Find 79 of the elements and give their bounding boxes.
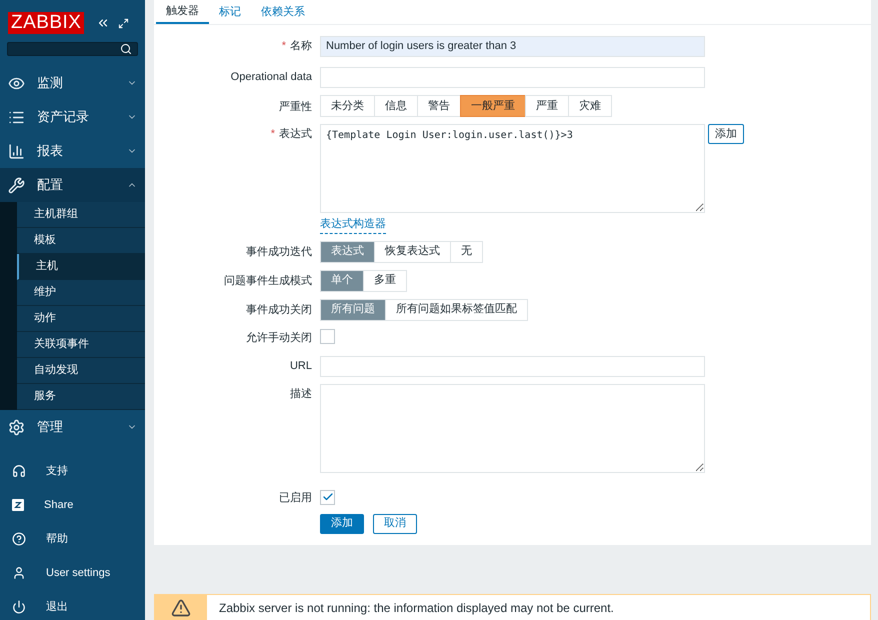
warning-message: Zabbix server is not running: the information displayed may not be current. — [218, 600, 614, 617]
option-button[interactable]: 严重 — [525, 95, 569, 117]
footer-label: 退出 — [46, 600, 68, 615]
menu-label: 资产记录 — [37, 108, 90, 126]
required-mark: * — [270, 127, 275, 142]
text-field[interactable] — [320, 66, 705, 88]
option-button[interactable]: 一般严重 — [460, 95, 526, 117]
footer-label: 支持 — [46, 464, 68, 479]
headset-icon — [12, 464, 26, 478]
logo: ZABBIX — [8, 12, 84, 34]
gear-icon — [8, 418, 25, 436]
field-label: URL — [290, 358, 312, 374]
submenu-item[interactable]: 维护 — [17, 280, 145, 306]
field-label: 事件成功迭代 — [246, 245, 312, 260]
menu-label: 管理 — [37, 418, 64, 436]
checkbox[interactable] — [320, 490, 335, 505]
menu-item[interactable]: 资产记录 — [0, 100, 145, 134]
tab[interactable]: 标记 — [209, 0, 251, 24]
submenu-item[interactable]: 动作 — [17, 306, 145, 332]
wrench-icon — [8, 176, 25, 194]
footer-item[interactable]: 支持 — [0, 454, 145, 488]
expression-builder-link[interactable]: 表达式构造器 — [320, 216, 386, 234]
menu-item[interactable]: 配置 — [0, 168, 145, 202]
option-button[interactable]: 未分类 — [320, 95, 375, 117]
field-label: 名称 — [290, 38, 312, 54]
footer-label: 帮助 — [46, 532, 68, 547]
expression-field[interactable]: {Template Login User:login.user.last()}>3 — [320, 124, 705, 213]
footer-item[interactable]: User settings — [0, 556, 145, 590]
submenu-item[interactable]: 自动发现 — [17, 358, 145, 384]
menu-item[interactable]: 管理 — [0, 410, 145, 444]
user-icon — [12, 566, 26, 580]
description-field[interactable] — [320, 384, 705, 473]
field-label: 已启用 — [279, 490, 312, 506]
field-label: 问题事件生成模式 — [224, 274, 312, 290]
footer-item[interactable]: Share — [0, 488, 145, 522]
submenu-item[interactable]: 主机 — [17, 254, 145, 280]
option-button[interactable]: 多重 — [363, 270, 407, 292]
menu-label: 配置 — [37, 176, 64, 194]
option-button[interactable]: 信息 — [374, 95, 418, 117]
option-button[interactable]: 恢复表达式 — [374, 240, 451, 262]
field-label: 描述 — [290, 387, 312, 402]
menu-item[interactable]: 报表 — [0, 134, 145, 168]
field-label: 允许手动关闭 — [246, 330, 312, 346]
share-icon — [12, 499, 24, 511]
menu-label: 监测 — [37, 74, 64, 92]
field-label: Operational data — [230, 70, 312, 85]
submenu-item[interactable]: 模板 — [17, 228, 145, 254]
submenu-item[interactable]: 主机群组 — [17, 202, 145, 228]
warning-icon — [171, 598, 191, 618]
menu-label: 报表 — [37, 142, 64, 160]
tab[interactable]: 触发器 — [156, 0, 209, 24]
add-button[interactable]: 添加 — [708, 124, 744, 144]
search-field[interactable] — [7, 42, 138, 56]
field-label: 表达式 — [279, 127, 312, 142]
footer-item[interactable]: 退出 — [0, 590, 145, 620]
submit-button[interactable]: 添加 — [320, 514, 364, 534]
menu-item[interactable]: 监测 — [0, 66, 145, 100]
submenu-item[interactable]: 关联项事件 — [17, 332, 145, 358]
footer-label: Share — [44, 498, 74, 513]
submenu-item[interactable]: 服务 — [17, 384, 145, 410]
field-label: 严重性 — [279, 100, 312, 115]
fullscreen-icon[interactable] — [118, 18, 130, 28]
text-field[interactable]: Number of login users is greater than 3 — [320, 36, 705, 56]
search-icon[interactable] — [120, 43, 132, 55]
cancel-button[interactable]: 取消 — [373, 514, 417, 534]
option-button[interactable]: 灾难 — [568, 95, 612, 117]
power-icon — [12, 600, 26, 614]
option-button[interactable]: 无 — [450, 240, 483, 262]
footer-label: User settings — [46, 566, 110, 581]
help-icon — [12, 532, 26, 546]
footer-item[interactable]: 帮助 — [0, 522, 145, 556]
tab[interactable]: 依赖关系 — [251, 0, 315, 24]
option-button[interactable]: 所有问题如果标签值匹配 — [385, 298, 528, 320]
field-label: 事件成功关闭 — [246, 302, 312, 318]
required-mark: * — [282, 38, 286, 54]
text-field[interactable] — [320, 356, 705, 376]
bar-chart-icon — [8, 142, 25, 160]
checkbox[interactable] — [320, 329, 335, 344]
option-button[interactable]: 警告 — [417, 95, 461, 117]
